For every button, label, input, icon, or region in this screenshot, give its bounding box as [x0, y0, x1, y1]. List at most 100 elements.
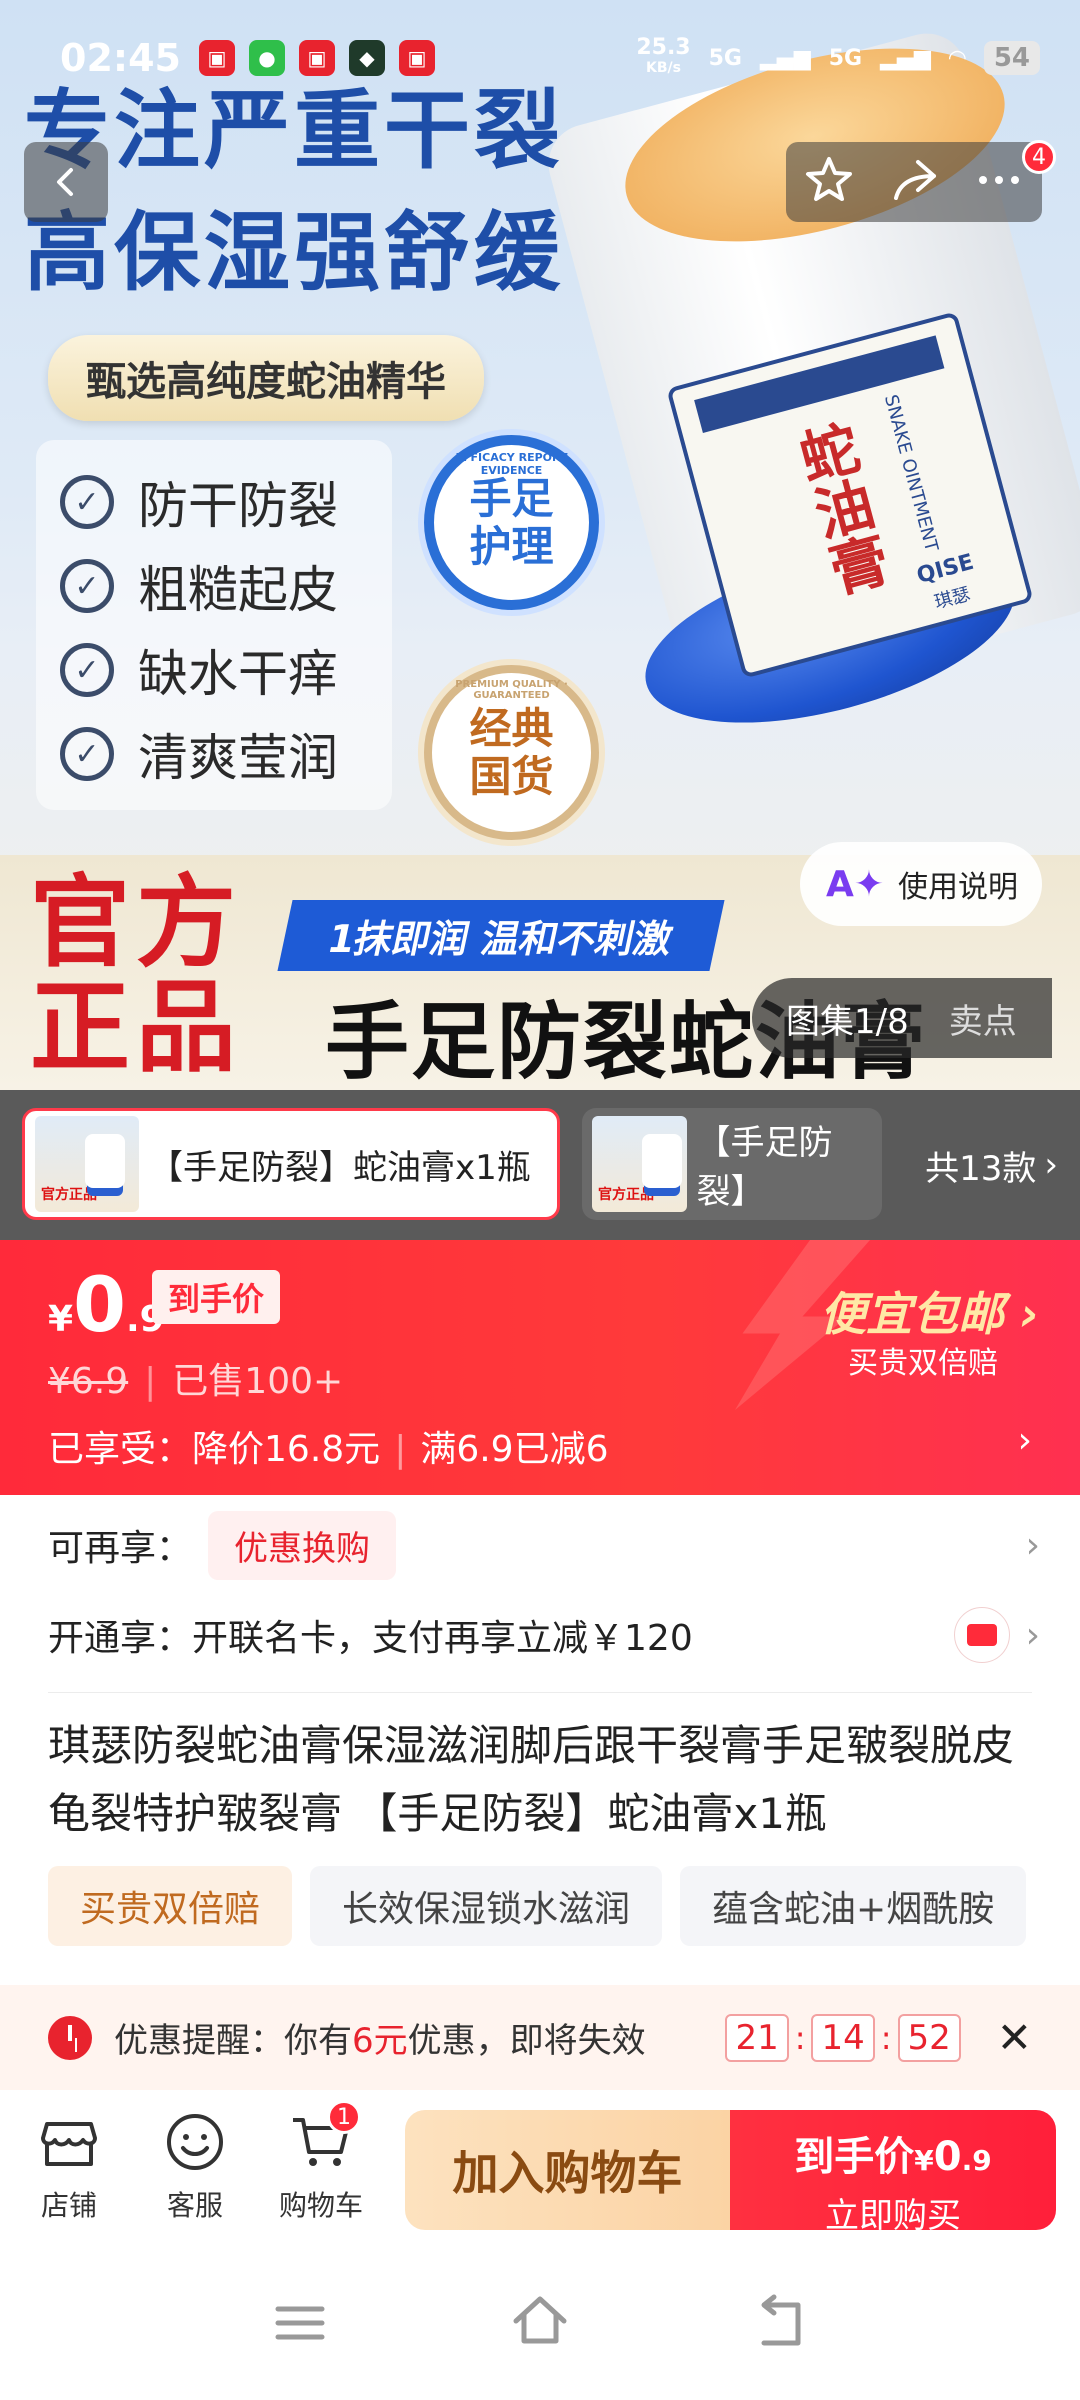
home-icon[interactable]	[510, 2291, 570, 2351]
variant-label: 【手足防裂】蛇油膏x1瓶	[149, 1147, 531, 1188]
variant-label: 【手足防裂】	[696, 1123, 833, 1212]
check-circle-icon: ✓	[60, 475, 114, 529]
promo-row[interactable]: 可再享： 优惠换购 ›	[48, 1505, 1040, 1585]
app-notification-icon: ◆	[348, 40, 385, 76]
back-button[interactable]	[24, 142, 108, 222]
cheap-shipping-badge[interactable]: 便宜包邮 › 买贵双倍赔	[720, 1240, 1080, 1410]
variant-option[interactable]: 官方正品 【手足防裂】	[582, 1108, 882, 1220]
hero-pill: 甄选高纯度蛇油精华	[48, 335, 484, 421]
variant-thumbnail: 官方正品	[592, 1116, 687, 1212]
back-icon[interactable]	[752, 2293, 808, 2349]
gallery-counter[interactable]: 图集1/8 卖点	[752, 978, 1052, 1058]
feature-item: ✓ 防干防裂	[60, 460, 368, 544]
battery-indicator: 54	[983, 41, 1040, 75]
net-speed: 25.3 KB/s	[636, 35, 691, 77]
gallery-tab-selling-points[interactable]: 卖点	[931, 994, 1035, 1043]
reminder-prefix: 优惠提醒：你有	[114, 2021, 352, 2061]
hero-blue-tag: 1抹即润 温和不刺激	[277, 900, 725, 971]
tag-ingredient[interactable]: 蕴含蛇油+烟酰胺	[680, 1866, 1027, 1946]
variant-option-selected[interactable]: 官方正品 【手足防裂】蛇油膏x1瓶	[22, 1108, 560, 1220]
status-bar: 02:45 ▣ ● ▣ ◆ ▣ 25.3 KB/s 5G ▂▄▆ 5G ▂▄▆ …	[60, 28, 1040, 88]
add-to-cart-button[interactable]: 加入购物车	[405, 2110, 730, 2230]
cart-count-badge: 1	[327, 2100, 361, 2134]
price-cut: 降价16.8元	[192, 1429, 381, 1470]
share-icon	[893, 160, 936, 200]
promo-tag[interactable]: 优惠换购	[208, 1510, 397, 1580]
all-variants-button[interactable]: 共13款 ›	[925, 1090, 1058, 1240]
chevron-right-icon[interactable]: ›	[1018, 1420, 1032, 1461]
threshold-discount: 满6.9已减6	[420, 1429, 609, 1470]
bottom-action-bar: 店铺 客服 1 购物车 加入购物车 到手价¥0.9 立即购买	[0, 2090, 1080, 2255]
discount-reminder-bar: 优惠提醒：你有 6元 优惠，即将失效 21: 14: 52 ✕	[0, 1985, 1080, 2090]
tag-feature[interactable]: 长效保湿锁水滋润	[310, 1866, 663, 1946]
tag-price-guarantee[interactable]: 买贵双倍赔	[48, 1866, 293, 1946]
close-icon[interactable]: ✕	[997, 2013, 1032, 2062]
favorite-button[interactable]	[803, 154, 855, 210]
original-price-row: ¥6.9 | 已售100+	[48, 1361, 344, 1402]
seal-hand-foot-care: EFFICACY REPORT EVIDENCE 手足 护理	[424, 435, 599, 610]
chevron-right-icon: ›	[1044, 1145, 1058, 1185]
original-price: ¥6.9	[48, 1361, 129, 1402]
feature-item: ✓ 缺水干痒	[60, 628, 368, 712]
countdown-timer: 21: 14: 52	[725, 2013, 961, 2062]
variant-count-label: 共13款	[925, 1148, 1037, 1189]
usage-label: 使用说明	[898, 870, 1019, 905]
feature-list: ✓ 防干防裂 ✓ 粗糙起皮 ✓ 缺水干痒 ✓ 清爽莹润	[36, 440, 392, 810]
bank-card-icon	[953, 1607, 1010, 1663]
status-time: 02:45	[60, 36, 181, 80]
wechat-icon: ●	[248, 40, 285, 76]
app-notification-icon: ▣	[198, 40, 235, 76]
signal-bars-icon: ▂▄▆	[880, 45, 931, 71]
menu-icon[interactable]	[272, 2295, 328, 2351]
product-title: 琪瑟防裂蛇油膏保湿滋润脚后跟干裂膏手足皲裂脱皮龟裂特护皲裂膏 【手足防裂】蛇油膏…	[48, 1721, 1015, 1838]
check-circle-icon: ✓	[60, 559, 114, 613]
feature-item: ✓ 粗糙起皮	[60, 544, 368, 628]
promo-label: 可再享：	[48, 1528, 193, 1569]
signal-5g-1: 5G	[708, 45, 742, 71]
variant-thumbnail: 官方正品	[35, 1116, 139, 1212]
seal-classic-domestic: PREMIUM QUALITY · GUARANTEED 经典 国货	[424, 665, 599, 840]
check-circle-icon: ✓	[60, 727, 114, 781]
card-offer-row[interactable]: 开通享： 开联名卡，支付再享立减￥120 ›	[48, 1595, 1040, 1675]
customer-service-button[interactable]: 客服	[140, 2110, 250, 2224]
card-offer-text: 开联名卡，支付再享立减￥120	[192, 1618, 693, 1659]
variant-selector: 官方正品 【手足防裂】蛇油膏x1瓶 官方正品 【手足防裂】 共13款 ›	[0, 1090, 1080, 1240]
signal-5g-2: 5G	[828, 45, 863, 71]
check-circle-icon: ✓	[60, 643, 114, 697]
sold-count: 已售100+	[172, 1361, 344, 1402]
smile-chat-icon	[163, 2110, 227, 2174]
app-notification-icon: ▣	[298, 40, 335, 76]
share-button[interactable]	[888, 154, 940, 210]
reminder-amount: 6元	[352, 2021, 408, 2061]
more-button[interactable]	[973, 154, 1025, 210]
product-hero-image[interactable]: 蛇油膏 SNAKE OINTMENT QISE 琪瑟 专注严重干裂 高保湿强舒缓…	[0, 0, 1080, 1090]
more-dots-icon	[979, 176, 1020, 184]
usage-instructions-button[interactable]: A✦ 使用说明	[800, 842, 1042, 926]
app-notification-icon: ▣	[398, 40, 435, 76]
wifi-icon: ◠	[948, 45, 966, 71]
price-banner: ¥0.9 到手价 ¥6.9 | 已售100+ 已享受：降价16.8元 | 满6.9已减6…	[0, 1240, 1080, 1495]
system-navigation-bar	[0, 2255, 1080, 2400]
discount-details[interactable]: 已享受：降价16.8元 | 满6.9已减6	[48, 1420, 609, 1472]
shop-button[interactable]: 店铺	[14, 2110, 124, 2224]
final-price: ¥0.9	[48, 1260, 165, 1349]
official-genuine-text: 官方 正品	[30, 864, 242, 1086]
card-offer-label: 开通享：	[48, 1618, 193, 1659]
buy-now-button[interactable]: 到手价¥0.9 立即购买	[730, 2110, 1056, 2236]
chevron-right-icon: ›	[1025, 1614, 1040, 1656]
chevron-right-icon: ›	[1025, 1524, 1040, 1566]
chevron-left-icon	[57, 168, 73, 196]
product-tags: 买贵双倍赔 长效保湿锁水滋润 蕴含蛇油+烟酰胺	[48, 1866, 1027, 1946]
clock-icon	[48, 2015, 92, 2060]
jar-label-en: SNAKE OINTMENT	[879, 392, 942, 554]
gallery-tab-images[interactable]: 图集1/8	[752, 994, 931, 1043]
signal-bars-icon: ▂▄▆	[759, 45, 811, 71]
cart-button[interactable]: 1 购物车	[266, 2100, 376, 2224]
star-icon	[805, 157, 852, 201]
jar-label-brand-cn: 琪瑟	[932, 583, 973, 614]
cart-icon: 1	[289, 2100, 361, 2174]
header-actions	[786, 142, 1042, 222]
shop-icon	[37, 2110, 101, 2174]
final-price-tag: 到手价	[152, 1270, 281, 1324]
jar-label-brand: QISE	[914, 549, 977, 589]
